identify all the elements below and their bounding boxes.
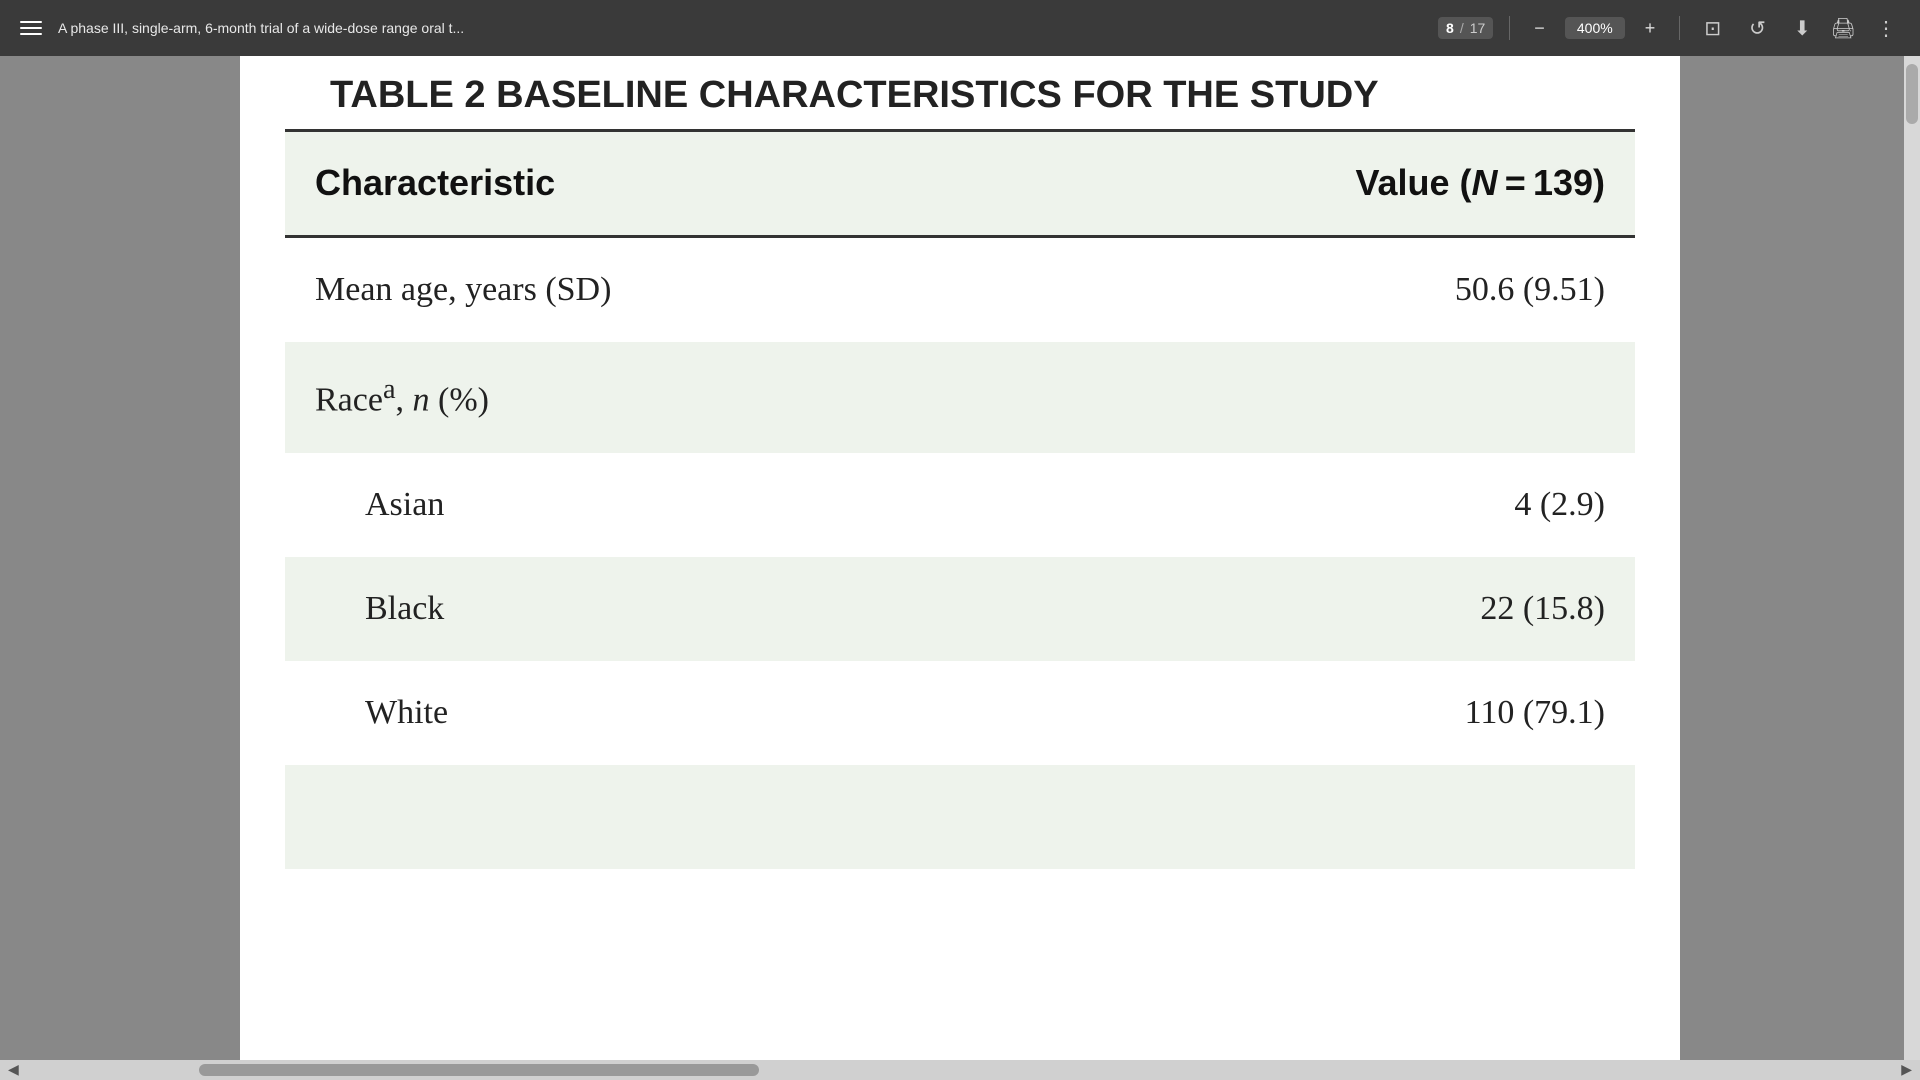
divider-1 [1509, 16, 1510, 40]
zoom-in-button[interactable]: + [1637, 15, 1664, 41]
characteristics-table: Characteristic Value (N = 139) Mean age,… [285, 129, 1635, 869]
toolbar: A phase III, single-arm, 6-month trial o… [0, 0, 1920, 56]
scroll-left-arrow[interactable]: ◀ [0, 1062, 27, 1079]
history-button[interactable]: ↺ [1741, 12, 1774, 45]
characteristic-cell: Racea, n (%) [285, 342, 1008, 453]
table-row: Racea, n (%) [285, 342, 1635, 453]
document-title: A phase III, single-arm, 6-month trial o… [58, 20, 1426, 36]
characteristic-cell: Black [285, 557, 1008, 661]
more-options-button[interactable]: ⋮ [1868, 12, 1904, 45]
table-title-partial: TABLE 2 BASELINE CHARACTERISTICS FOR THE… [240, 56, 1680, 129]
scrollbar-track [39, 1064, 1881, 1076]
characteristic-cell: Mean age, years (SD) [285, 236, 1008, 342]
right-scrollbar[interactable] [1904, 56, 1920, 1060]
download-button[interactable]: ⬇ [1786, 12, 1819, 45]
menu-icon[interactable] [16, 17, 46, 39]
fit-page-button[interactable]: ⊡ [1696, 12, 1729, 45]
right-scrollbar-thumb[interactable] [1906, 64, 1918, 124]
characteristic-cell [285, 765, 1008, 869]
table-row: Mean age, years (SD) 50.6 (9.51) [285, 236, 1635, 342]
content-area: TABLE 2 BASELINE CHARACTERISTICS FOR THE… [0, 56, 1920, 1080]
value-cell: 50.6 (9.51) [1008, 236, 1636, 342]
scrollbar-thumb[interactable] [199, 1064, 759, 1076]
value-cell: 110 (79.1) [1008, 661, 1636, 765]
table-row: Black 22 (15.8) [285, 557, 1635, 661]
value-cell [1008, 342, 1636, 453]
table-row-partial [285, 765, 1635, 869]
divider-2 [1679, 16, 1680, 40]
zoom-input[interactable] [1565, 17, 1625, 39]
value-cell: 4 (2.9) [1008, 453, 1636, 557]
col-header-characteristic: Characteristic [285, 131, 1008, 237]
scroll-right-arrow[interactable]: ▶ [1893, 1062, 1920, 1079]
current-page[interactable]: 8 [1446, 20, 1454, 36]
table-row: Asian 4 (2.9) [285, 453, 1635, 557]
characteristic-cell: White [285, 661, 1008, 765]
zoom-out-button[interactable]: − [1526, 15, 1553, 41]
value-cell: 22 (15.8) [1008, 557, 1636, 661]
bottom-scrollbar[interactable]: ◀ ▶ [0, 1060, 1920, 1080]
toolbar-right-actions: ⬇ 🖨 ⋮ [1786, 12, 1904, 45]
characteristic-cell: Asian [285, 453, 1008, 557]
document-page: TABLE 2 BASELINE CHARACTERISTICS FOR THE… [240, 56, 1680, 1080]
value-cell [1008, 765, 1636, 869]
table-row: White 110 (79.1) [285, 661, 1635, 765]
page-indicator: 8 / 17 [1438, 17, 1493, 39]
total-pages: 17 [1470, 20, 1486, 36]
col-header-value: Value (N = 139) [1008, 131, 1636, 237]
print-button[interactable]: 🖨 [1823, 12, 1864, 45]
